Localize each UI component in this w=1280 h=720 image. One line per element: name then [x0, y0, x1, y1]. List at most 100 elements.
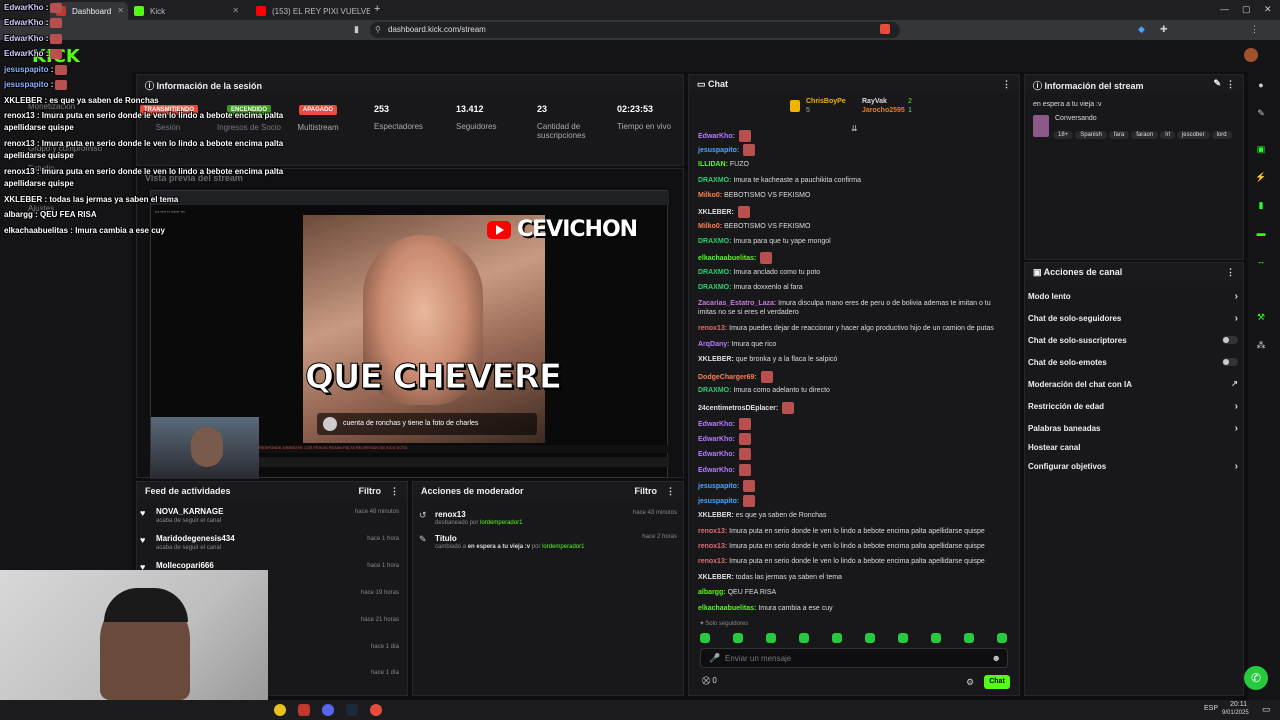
video-controls[interactable] [259, 457, 669, 467]
new-tab-icon[interactable]: + [374, 3, 380, 15]
phone-icon[interactable]: ✆ [1244, 666, 1268, 690]
action-host-channel[interactable]: Hostear canal [1028, 443, 1238, 452]
emoji-icon[interactable]: ☻ [992, 653, 1001, 663]
maximize-icon[interactable]: ▢ [1242, 4, 1251, 15]
bolt-icon[interactable]: ⚡ [1254, 170, 1268, 184]
chat-username[interactable]: XKLEBER: [698, 209, 734, 216]
chat-username[interactable]: EdwarKho: [698, 436, 735, 443]
chat-username[interactable]: XKLEBER: [698, 356, 734, 363]
chat-username[interactable]: EdwarKho: [698, 421, 735, 428]
more-icon[interactable]: ⋮ [1002, 79, 1011, 90]
activity-filter-button[interactable]: Filtro [359, 486, 382, 496]
extension-icon[interactable] [880, 24, 890, 34]
chat-username[interactable]: renox13: [698, 325, 727, 332]
action-ai-moderation[interactable]: Moderación del chat con IA ↗ [1028, 379, 1238, 389]
action-emotes-only[interactable]: Chat de solo-emotes [1028, 358, 1238, 367]
clock-time[interactable]: 20:11 [1230, 701, 1247, 708]
action-slow-mode[interactable]: Modo lento › [1028, 291, 1238, 302]
action-subs-only[interactable]: Chat de solo-suscriptores [1028, 336, 1238, 345]
close-window-icon[interactable]: ✕ [1264, 4, 1272, 15]
minimize-icon[interactable]: — [1220, 4, 1229, 14]
chat-username[interactable]: DRAXMO: [698, 177, 731, 184]
quick-emote-icon[interactable] [898, 633, 908, 643]
subs-only-toggle[interactable] [1222, 336, 1238, 344]
chat-username[interactable]: renox13: [698, 558, 727, 565]
action-followers-only[interactable]: Chat de solo-seguidores › [1028, 313, 1238, 324]
puzzle-icon[interactable]: ✚ [1160, 24, 1168, 35]
chat-username[interactable]: ArqDany: [698, 341, 730, 348]
chat-input[interactable]: 🎤 Enviar un mensaje ☻ [700, 648, 1008, 668]
chat-username[interactable]: XKLEBER: [698, 574, 734, 581]
action-banned-words[interactable]: Palabras baneadas › [1028, 423, 1238, 434]
overlay-chat: EdwarKho : EdwarKho : EdwarKho : EdwarKh… [0, 0, 290, 240]
chat-username[interactable]: elkachaabuelitas: [698, 605, 756, 612]
chat-username[interactable]: albargg: [698, 589, 726, 596]
chat-username[interactable]: XKLEBER: [698, 512, 734, 519]
chat-username[interactable]: elkachaabuelitas: [698, 255, 756, 262]
chat-username[interactable]: Milko0: [698, 192, 722, 199]
bookmark-icon[interactable]: ▮ [1254, 198, 1268, 212]
url-field[interactable]: ⚲ dashboard.kick.com/stream [370, 22, 900, 38]
expand-icon[interactable]: ↔ [1254, 254, 1268, 268]
chat-username[interactable]: DRAXMO: [698, 284, 731, 291]
quick-emote-icon[interactable] [832, 633, 842, 643]
edit-icon[interactable]: ✎ [1213, 78, 1221, 89]
settings-gear-icon[interactable]: ⚙ [966, 677, 974, 688]
more-icon[interactable]: ⋮ [1226, 267, 1235, 278]
chat-username[interactable]: EdwarKho: [698, 133, 735, 140]
chat-username[interactable]: DRAXMO: [698, 387, 731, 394]
chat-bubble-icon[interactable]: ▬ [1254, 226, 1268, 240]
chat-username[interactable]: jesuspapito: [698, 498, 739, 505]
clock-date[interactable]: 9/01/2025 [1222, 710, 1249, 716]
microphone-icon[interactable]: 🎤 [709, 653, 720, 664]
chat-username[interactable]: ILLIDAN: [698, 161, 728, 168]
obs-icon[interactable] [370, 704, 382, 716]
quick-emote-icon[interactable] [700, 633, 710, 643]
quick-emote-icon[interactable] [931, 633, 941, 643]
quick-emote-icon[interactable] [799, 633, 809, 643]
chat-username[interactable]: 24centimetrosDEplacer: [698, 405, 778, 412]
chat-username[interactable]: EdwarKho: [698, 467, 735, 474]
chat-username[interactable]: renox13: [698, 528, 727, 535]
chat-username[interactable]: DRAXMO: [698, 238, 731, 245]
chat-username[interactable]: Zacarias_Estatro_Laza: [698, 300, 776, 307]
more-icon[interactable]: ⋮ [390, 486, 399, 497]
chat-username[interactable]: jesuspapito: [698, 147, 739, 154]
action-age-restriction[interactable]: Restricción de edad › [1028, 401, 1238, 412]
extension-icon[interactable]: ◆ [1138, 24, 1145, 35]
site-info-icon[interactable]: ⚲ [375, 25, 381, 34]
chat-username[interactable]: DRAXMO: [698, 269, 731, 276]
quick-emote-icon[interactable] [766, 633, 776, 643]
quick-emote-icon[interactable] [865, 633, 875, 643]
user-icon[interactable]: ● [1254, 78, 1268, 92]
chat-username[interactable]: DodgeCharger69: [698, 374, 757, 381]
more-icon[interactable]: ⋮ [1226, 79, 1235, 90]
quick-emote-icon[interactable] [997, 633, 1007, 643]
action-goals[interactable]: Configurar objetivos › [1028, 461, 1238, 472]
language-indicator[interactable]: ESP [1204, 705, 1218, 712]
more-icon[interactable]: ⋮ [666, 486, 675, 497]
discord-icon[interactable] [322, 704, 334, 716]
app-icon[interactable] [298, 704, 310, 716]
chat-username[interactable]: Milko0: [698, 223, 722, 230]
chat-message: renox13: Imura puta en serio donde le ve… [698, 527, 1008, 536]
pen-icon[interactable]: ✎ [1254, 106, 1268, 120]
bookmark-icon[interactable]: ▮ [354, 24, 359, 35]
chrome-icon[interactable] [274, 704, 286, 716]
send-chat-button[interactable]: Chat [984, 675, 1010, 689]
mod-filter-button[interactable]: Filtro [635, 486, 658, 496]
avatar[interactable] [1244, 48, 1258, 62]
wrench-icon[interactable]: ⚒ [1254, 310, 1268, 324]
menu-dots-icon[interactable]: ⋮ [1250, 24, 1259, 35]
camera-icon[interactable]: ▣ [1254, 142, 1268, 156]
chat-username[interactable]: jesuspapito: [698, 483, 739, 490]
chat-username[interactable]: EdwarKho: [698, 451, 735, 458]
emote-icon [738, 433, 751, 445]
quick-emote-icon[interactable] [964, 633, 974, 643]
steam-icon[interactable] [346, 704, 358, 716]
chat-username[interactable]: renox13: [698, 543, 727, 550]
share-icon[interactable]: ⁂ [1254, 338, 1268, 352]
emotes-only-toggle[interactable] [1222, 358, 1238, 366]
quick-emote-icon[interactable] [733, 633, 743, 643]
notification-icon[interactable]: ▭ [1262, 704, 1271, 715]
